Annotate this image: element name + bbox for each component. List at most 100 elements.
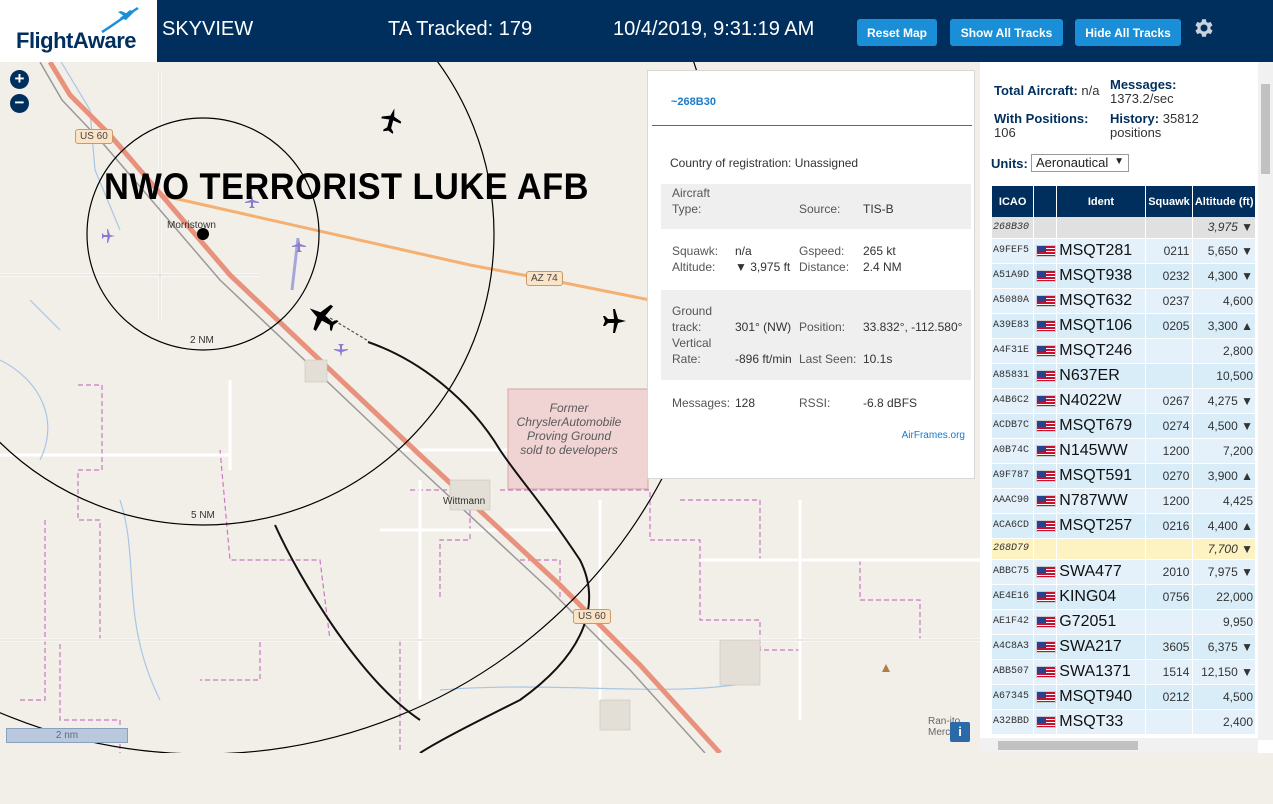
table-row[interactable]: AE1F42 G72051 9,950 [992,609,1256,635]
us-flag-icon [1036,344,1057,357]
table-row[interactable]: 268B30 3,975 ▼ [992,217,1256,239]
cell-flag [1033,584,1058,610]
app-title: SKYVIEW [162,18,254,40]
popup-row-type: Aircraft Type: Source: TIS-B [661,184,971,229]
cell-flag [1033,538,1058,560]
horizontal-scrollbar[interactable] [980,738,1258,753]
altitude-label: Altitude: [672,260,716,274]
table-row[interactable]: A85831 N637ER 10,500 [992,363,1256,389]
town-label: Wittmann [443,496,486,507]
cell-squawk: 0267 [1145,388,1194,414]
popup-divider [652,125,972,126]
selected-aircraft-icon[interactable] [305,300,339,334]
hide-all-tracks-button[interactable]: Hide All Tracks [1075,19,1181,46]
cell-ident: MSQT632 [1056,288,1146,314]
cell-squawk [1145,609,1194,635]
with-positions-label: With Positions: [994,111,1089,126]
table-row[interactable]: 268D79 7,700 ▼ [992,538,1256,560]
cell-icao: 268D79 [992,538,1035,560]
cell-squawk: 3605 [1145,634,1194,660]
scrollbar-thumb[interactable] [1261,84,1270,174]
position-value: 33.832°, -112.580° [863,320,963,334]
table-row[interactable]: A0B74C N145WW 1200 7,200 [992,438,1256,464]
cell-ident [1056,217,1146,239]
cell-icao: ABBC75 [992,559,1035,585]
column-icao[interactable]: ICAO [992,186,1035,217]
gear-icon[interactable] [1192,16,1216,40]
reset-map-button[interactable]: Reset Map [857,19,937,46]
gspeed-value: 265 kt [863,244,896,258]
us-flag-icon [1036,665,1057,678]
table-row[interactable]: ABB507 SWA1371 1514 12,150 ▼ [992,659,1256,685]
aircraft-icon[interactable] [600,308,630,334]
range-label-2nm: 2 NM [190,335,214,346]
table-row[interactable]: A51A9D MSQT938 0232 4,300 ▼ [992,263,1256,289]
column-ident[interactable]: Ident [1056,186,1146,217]
popup-aircraft-id[interactable]: ~268B30 [671,96,716,108]
table-row[interactable]: A32BBD MSQT33 2,400 [992,709,1256,735]
cell-icao: A32BBD [992,709,1035,735]
zoom-in-button[interactable]: + [10,70,29,89]
table-row[interactable]: A4B6C2 N4022W 0267 4,275 ▼ [992,388,1256,414]
positions-stat: With Positions: 106 [994,112,1109,140]
table-row[interactable]: A67345 MSQT940 0212 4,500 [992,684,1256,710]
cell-icao: A4F31E [992,338,1035,364]
map-info-button[interactable]: i [950,722,970,742]
column-altitude[interactable]: Altitude (ft) [1192,186,1256,217]
us-flag-icon [1036,469,1057,482]
table-row[interactable]: A9F787 MSQT591 0270 3,900 ▲ [992,463,1256,489]
us-flag-icon [1036,369,1057,382]
table-row[interactable]: AAAC90 N787WW 1200 4,425 [992,488,1256,514]
cell-icao: A67345 [992,684,1035,710]
distance-label: Distance: [799,260,850,274]
cell-altitude: 4,300 ▼ [1192,263,1256,289]
table-row[interactable]: ACDB7C MSQT679 0274 4,500 ▼ [992,413,1256,439]
town-label: Morristown [167,220,216,231]
table-row[interactable]: A4F31E MSQT246 2,800 [992,338,1256,364]
cell-flag [1033,313,1058,339]
table-row[interactable]: ACA6CD MSQT257 0216 4,400 ▲ [992,513,1256,539]
cell-altitude: 7,700 ▼ [1192,538,1256,560]
cell-altitude: 4,500 [1192,684,1256,710]
table-row[interactable]: ABBC75 SWA477 2010 7,975 ▼ [992,559,1256,585]
table-row[interactable]: AE4E16 KING04 0756 22,000 [992,584,1256,610]
cell-altitude: 9,950 [1192,609,1256,635]
cell-squawk: 1200 [1145,488,1194,514]
units-label: Units: [991,156,1028,171]
vertical-scrollbar[interactable] [1258,62,1273,740]
airframes-link[interactable]: AirFrames.org [902,430,965,441]
us-60-shield: US 60 [573,609,611,624]
aircraft-icon[interactable] [380,106,402,136]
show-all-tracks-button[interactable]: Show All Tracks [950,19,1063,46]
cell-icao: A85831 [992,363,1035,389]
scrollbar-thumb[interactable] [998,741,1138,750]
cell-altitude: 7,200 [1192,438,1256,464]
cell-flag [1033,438,1058,464]
table-row[interactable]: A9FEF5 MSQT281 0211 5,650 ▼ [992,238,1256,264]
cell-icao: AAAC90 [992,488,1035,514]
total-aircraft-label: Total Aircraft: [994,83,1078,98]
flightaware-logo[interactable]: FlightAware [0,0,157,62]
aircraft-icon[interactable] [333,342,349,358]
table-row[interactable]: A39E83 MSQT106 0205 3,300 ▲ [992,313,1256,339]
cell-icao: ACA6CD [992,513,1035,539]
us-flag-icon [1036,294,1057,307]
cell-icao: A5080A [992,288,1035,314]
cell-ident: MSQT940 [1056,684,1146,710]
cell-squawk: 0232 [1145,263,1194,289]
range-label-5nm: 5 NM [191,510,215,521]
cell-altitude: 3,300 ▲ [1192,313,1256,339]
peak-marker [882,664,890,672]
column-squawk[interactable]: Squawk [1145,186,1194,217]
aircraft-icon[interactable] [291,238,307,254]
aircraft-type-label-line2: Type: [672,202,702,216]
zoom-out-button[interactable]: − [10,94,29,113]
us-flag-icon [1036,690,1057,703]
cell-icao: A9F787 [992,463,1035,489]
table-row[interactable]: A4C8A3 SWA217 3605 6,375 ▼ [992,634,1256,660]
cell-flag [1033,263,1058,289]
aircraft-icon[interactable] [99,228,117,244]
units-select[interactable]: Aeronautical ▼ [1031,154,1129,172]
cell-flag [1033,388,1058,414]
table-row[interactable]: A5080A MSQT632 0237 4,600 [992,288,1256,314]
